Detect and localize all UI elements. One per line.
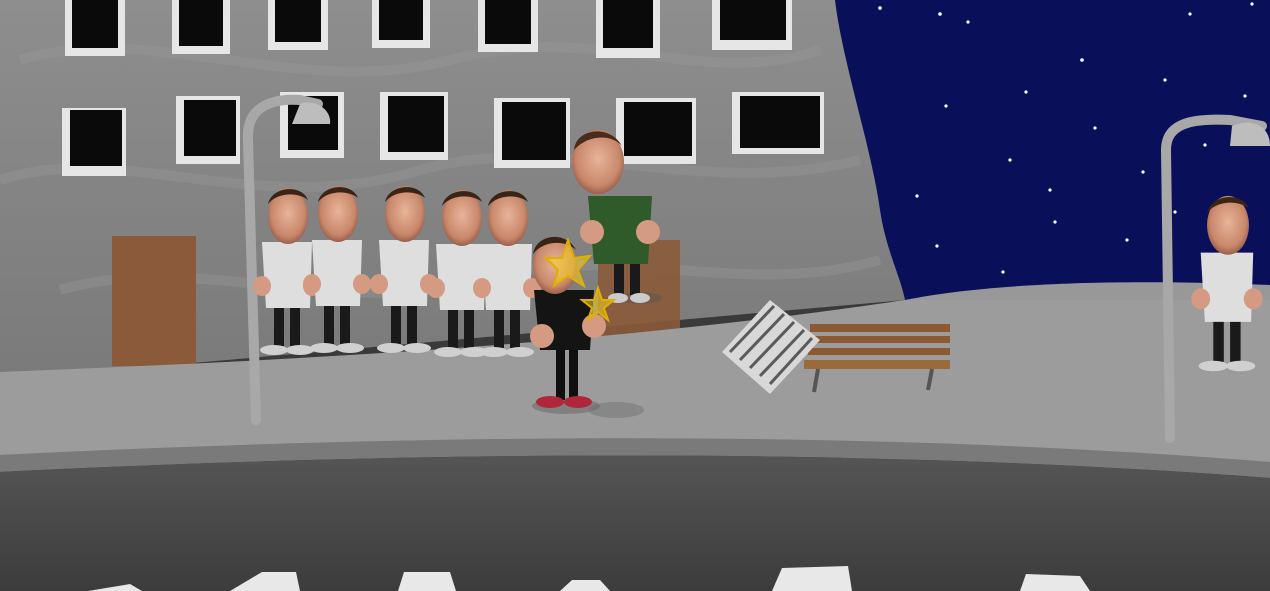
game-scene: [0, 0, 1270, 591]
game-viewport[interactable]: [0, 0, 1270, 591]
building-door-left: [112, 236, 196, 366]
road: [0, 455, 1270, 591]
